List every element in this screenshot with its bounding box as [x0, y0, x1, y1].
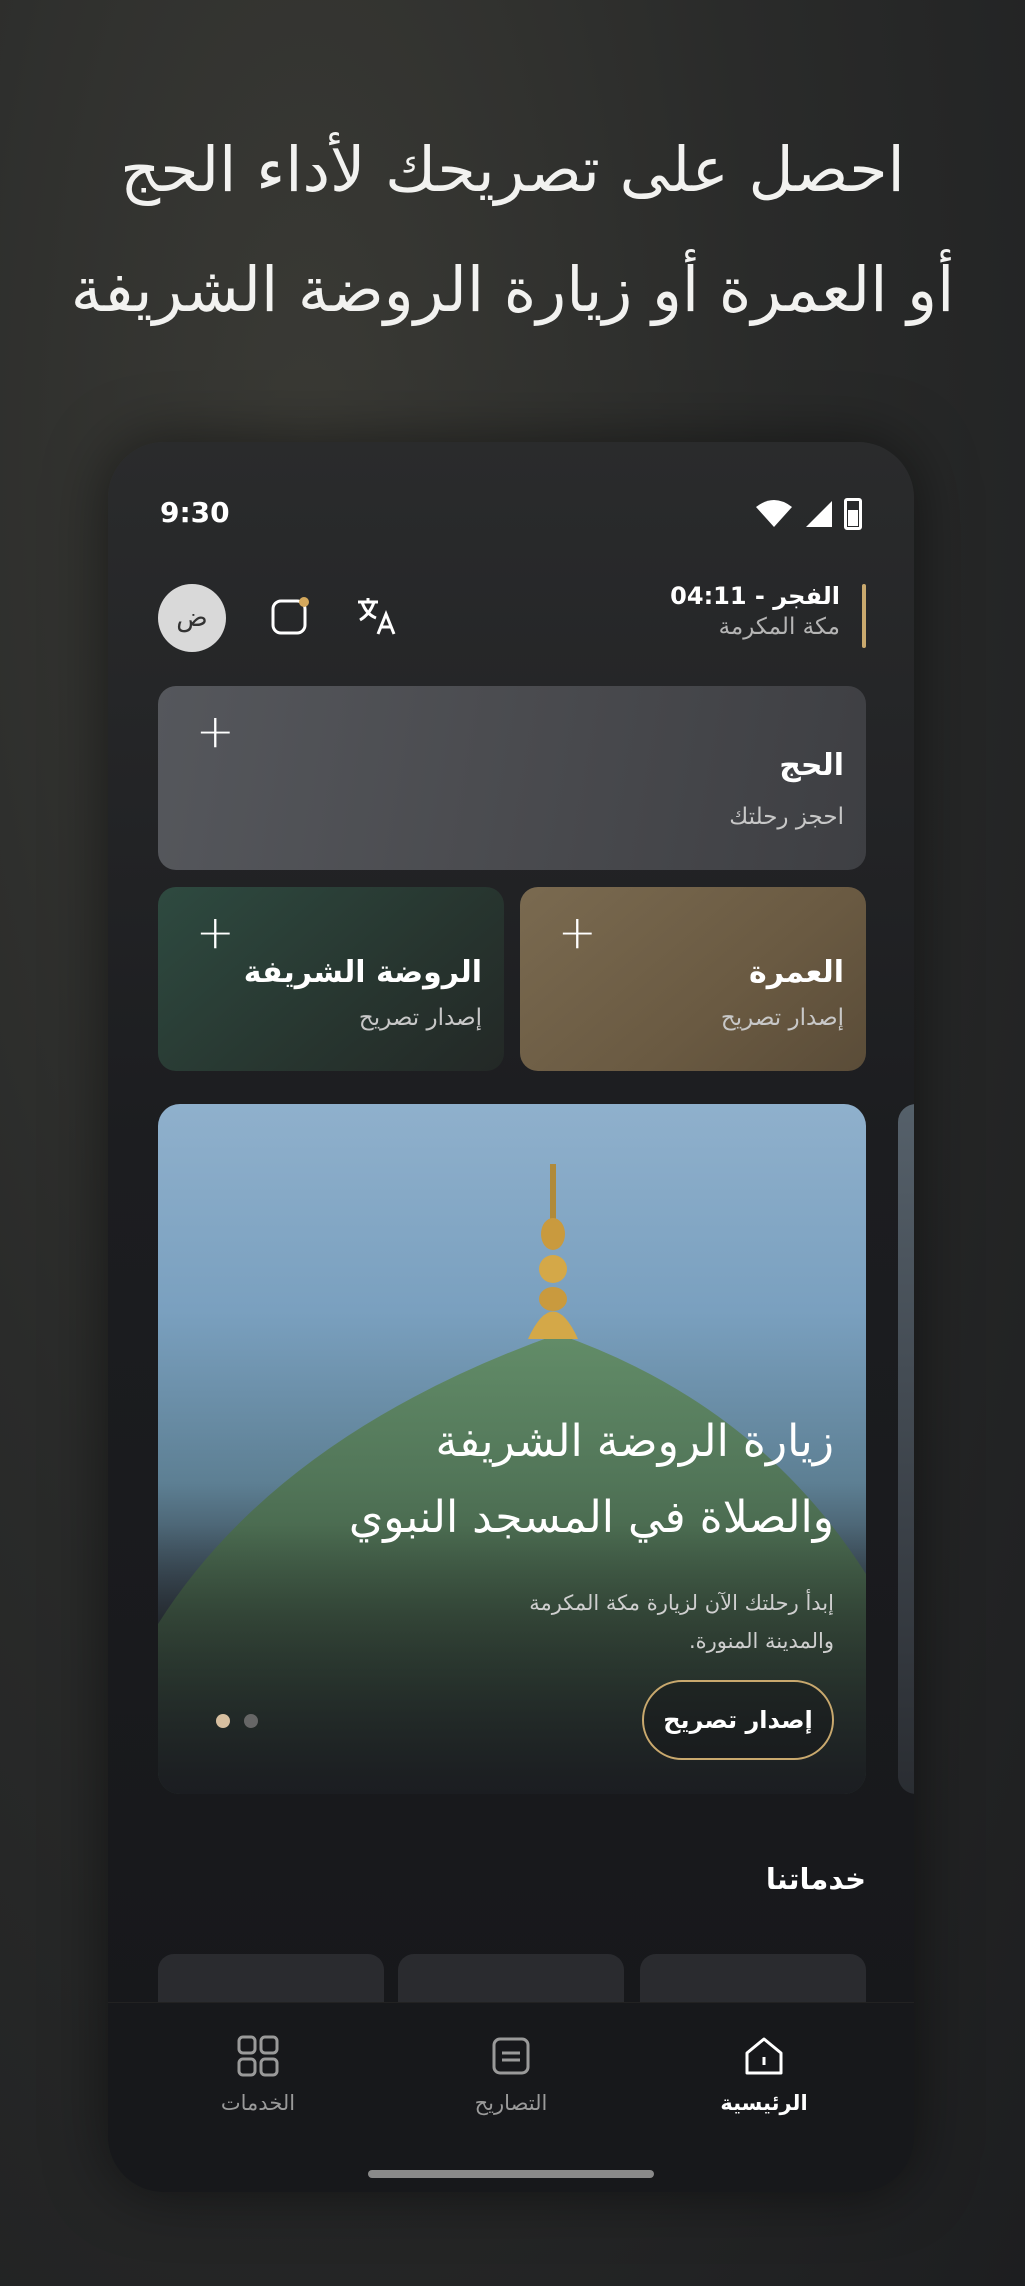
status-time: 9:30: [160, 496, 230, 529]
hajj-card-subtitle: احجز رحلتك: [729, 804, 844, 830]
hajj-card-title: الحج: [779, 748, 844, 783]
promo-line-1: احصل على تصريحك لأداء الحج: [120, 133, 905, 206]
next-banner-peek[interactable]: [898, 1104, 914, 1794]
carousel-dot-active[interactable]: [216, 1714, 230, 1728]
nav-permits-label: التصاريح: [474, 2091, 548, 2115]
grid-icon: [237, 2035, 279, 2077]
hero-title-line-2: والصلاة في المسجد النبوي: [348, 1492, 834, 1543]
hero-title: زيارة الروضة الشريفة والصلاة في المسجد ا…: [349, 1404, 834, 1556]
plus-icon: +: [558, 905, 597, 959]
nav-services[interactable]: الخدمات: [168, 2033, 348, 2115]
services-section-title: خدماتنا: [765, 1862, 866, 1896]
wifi-icon: [756, 500, 792, 527]
nav-home[interactable]: الرئيسية: [674, 2033, 854, 2115]
nav-permits[interactable]: التصاريح: [421, 2033, 601, 2115]
status-icons: [754, 498, 862, 530]
hajj-card[interactable]: + الحج احجز رحلتك: [158, 686, 866, 870]
hero-desc-line-2: والمدينة المنورة.: [688, 1629, 834, 1653]
umrah-card-title: العمرة: [749, 955, 844, 990]
promo-line-2: أو العمرة أو زيارة الروضة الشريفة: [70, 253, 955, 326]
carousel-dot[interactable]: [244, 1714, 258, 1728]
rawdah-card-title: الروضة الشريفة: [243, 955, 482, 990]
prayer-accent-bar: [862, 584, 866, 648]
hero-title-line-1: زيارة الروضة الشريفة: [435, 1416, 834, 1467]
hero-banner[interactable]: زيارة الروضة الشريفة والصلاة في المسجد ا…: [158, 1104, 866, 1794]
rawdah-card[interactable]: + الروضة الشريفة إصدار تصريح: [158, 887, 504, 1071]
issue-permit-button[interactable]: إصدار تصريح: [642, 1680, 834, 1760]
bottom-nav: الرئيسية التصاريح الخدمات: [108, 2002, 914, 2192]
signal-icon: [806, 501, 832, 527]
umrah-card[interactable]: + العمرة إصدار تصريح: [520, 887, 866, 1071]
home-icon: [745, 2037, 783, 2075]
nav-services-label: الخدمات: [220, 2091, 296, 2115]
top-bar: ض الفجر - 04:11 مكة المكرمة: [158, 574, 866, 664]
nav-home-label: الرئيسية: [720, 2091, 808, 2115]
avatar[interactable]: ض: [158, 584, 226, 652]
hero-desc-line-1: إبدأ رحلتك الآن لزيارة مكة المكرمة: [529, 1591, 834, 1615]
battery-icon: [844, 498, 862, 530]
translate-icon[interactable]: [354, 592, 400, 638]
plus-icon: +: [196, 704, 235, 758]
phone-frame: 9:30 ض الفجر - 04:11 مكة المكرمة + الحج …: [108, 442, 914, 2192]
rawdah-card-subtitle: إصدار تصريح: [358, 1005, 482, 1031]
carousel-dots: [216, 1714, 258, 1728]
hero-description: إبدأ رحلتك الآن لزيارة مكة المكرمة والمد…: [474, 1584, 834, 1660]
home-indicator[interactable]: [368, 2170, 654, 2178]
umrah-card-subtitle: إصدار تصريح: [720, 1005, 844, 1031]
prayer-city: مكة المكرمة: [718, 614, 840, 640]
prayer-time: الفجر - 04:11: [670, 582, 840, 610]
plus-icon: +: [196, 905, 235, 959]
promo-headline: احصل على تصريحك لأداء الحج أو العمرة أو …: [40, 110, 985, 350]
prayer-time-widget[interactable]: الفجر - 04:11 مكة المكرمة: [670, 582, 840, 640]
notification-icon[interactable]: [270, 596, 310, 636]
permits-icon: [492, 2037, 530, 2075]
